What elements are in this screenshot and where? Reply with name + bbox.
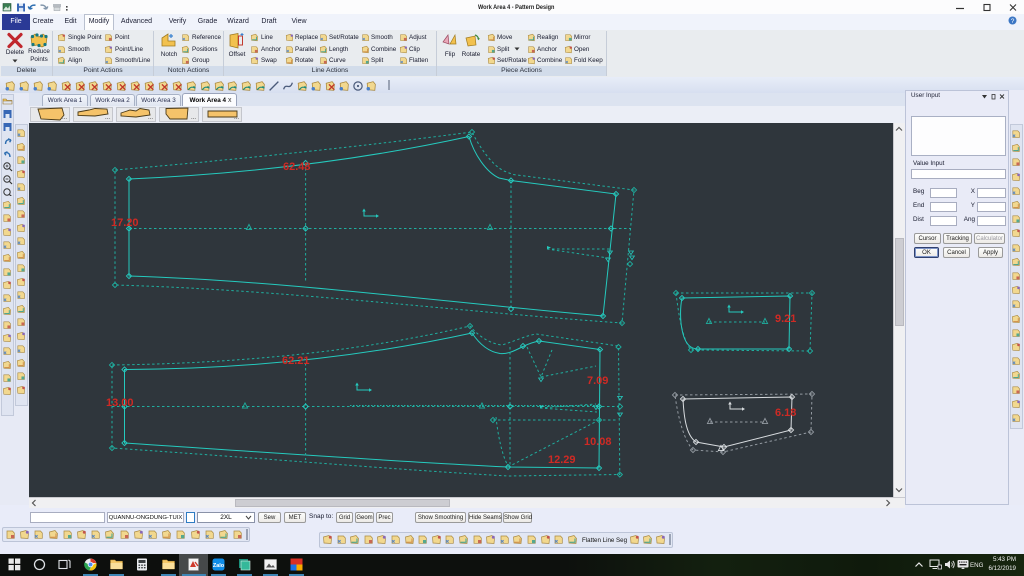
svg-text:62.48: 62.48 <box>283 161 311 173</box>
svg-text:62.21: 62.21 <box>282 355 310 367</box>
svg-text:7.09: 7.09 <box>587 375 608 387</box>
svg-text:?: ? <box>1011 18 1015 25</box>
svg-text:17.20: 17.20 <box>111 217 139 229</box>
svg-text:9.21: 9.21 <box>775 313 796 325</box>
svg-text:13.00: 13.00 <box>106 397 134 409</box>
svg-text:12.29: 12.29 <box>548 454 576 466</box>
svg-text:6.18: 6.18 <box>775 407 796 419</box>
svg-text:Zalo: Zalo <box>213 563 225 569</box>
svg-text:10.08: 10.08 <box>584 436 612 448</box>
